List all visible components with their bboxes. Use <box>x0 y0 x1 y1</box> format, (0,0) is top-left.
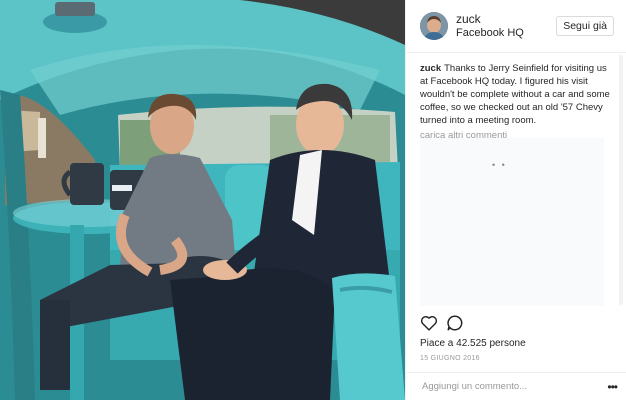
comment-input[interactable] <box>420 380 608 393</box>
add-comment-bar: ••• <box>406 372 626 400</box>
post-photo-illustration <box>0 0 405 400</box>
loading-dots-icon: • • <box>492 160 507 170</box>
post-actions <box>420 314 464 332</box>
following-button[interactable]: Segui già <box>556 16 614 36</box>
scrollbar[interactable] <box>619 55 623 305</box>
comment-icon[interactable] <box>446 314 464 332</box>
post-date[interactable]: 15 GIUGNO 2016 <box>420 355 480 362</box>
post-sidebar: zuck Facebook HQ Segui già zuck Thanks to… <box>405 0 626 400</box>
header-location[interactable]: Facebook HQ <box>456 27 556 40</box>
more-options-icon[interactable]: ••• <box>607 380 618 394</box>
post-header: zuck Facebook HQ Segui già <box>406 0 626 53</box>
instagram-post-window: zuck Facebook HQ Segui già zuck Thanks to… <box>0 0 626 400</box>
post-photo[interactable] <box>0 0 405 400</box>
likes-count[interactable]: Piace a 42.525 persone <box>420 338 526 349</box>
avatar[interactable] <box>420 12 448 40</box>
comments-area <box>420 138 604 306</box>
caption-text: Thanks to Jerry Seinfield for visiting u… <box>420 63 610 127</box>
caption-username[interactable]: zuck <box>420 63 441 74</box>
avatar-image <box>420 12 448 40</box>
heart-icon[interactable] <box>420 314 438 332</box>
header-username[interactable]: zuck <box>456 12 556 27</box>
header-text: zuck Facebook HQ <box>456 12 556 40</box>
post-caption: zuck Thanks to Jerry Seinfield for visiti… <box>406 53 626 128</box>
